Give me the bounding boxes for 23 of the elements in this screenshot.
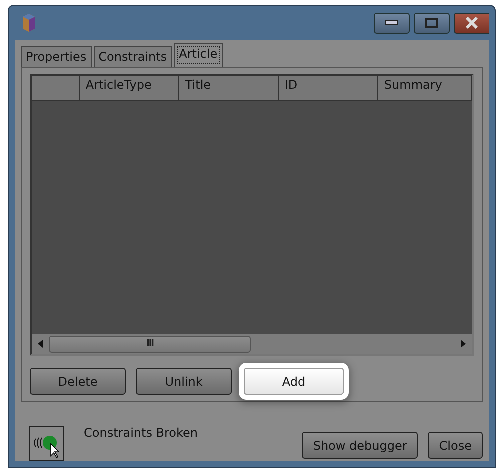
minimize-icon: [385, 20, 399, 26]
column-header[interactable]: Title: [179, 76, 279, 100]
close-button[interactable]: [454, 12, 489, 34]
tab[interactable]: Article: [174, 43, 223, 67]
scrollbar-thumb[interactable]: III: [49, 336, 251, 352]
scroll-right-icon[interactable]: [461, 340, 466, 348]
horizontal-scrollbar[interactable]: III: [32, 334, 472, 354]
tab[interactable]: Constraints: [94, 46, 172, 67]
action-button[interactable]: Delete: [30, 368, 126, 395]
action-button[interactable]: Unlink: [136, 368, 232, 395]
tab[interactable]: Properties: [21, 46, 92, 67]
column-header[interactable]: ArticleType: [80, 76, 180, 100]
status-text: Constraints Broken: [84, 426, 198, 440]
column-header[interactable]: Summary: [378, 76, 472, 100]
dialog-button[interactable]: Close: [428, 432, 483, 459]
app-icon: [21, 13, 37, 33]
minimize-button[interactable]: [374, 12, 410, 34]
maximize-icon: [425, 18, 439, 28]
scroll-left-icon[interactable]: [38, 340, 43, 348]
dialog-button[interactable]: Show debugger: [302, 432, 418, 459]
column-header[interactable]: ID: [278, 76, 378, 100]
close-icon: [465, 17, 479, 29]
maximize-button[interactable]: [414, 12, 450, 34]
